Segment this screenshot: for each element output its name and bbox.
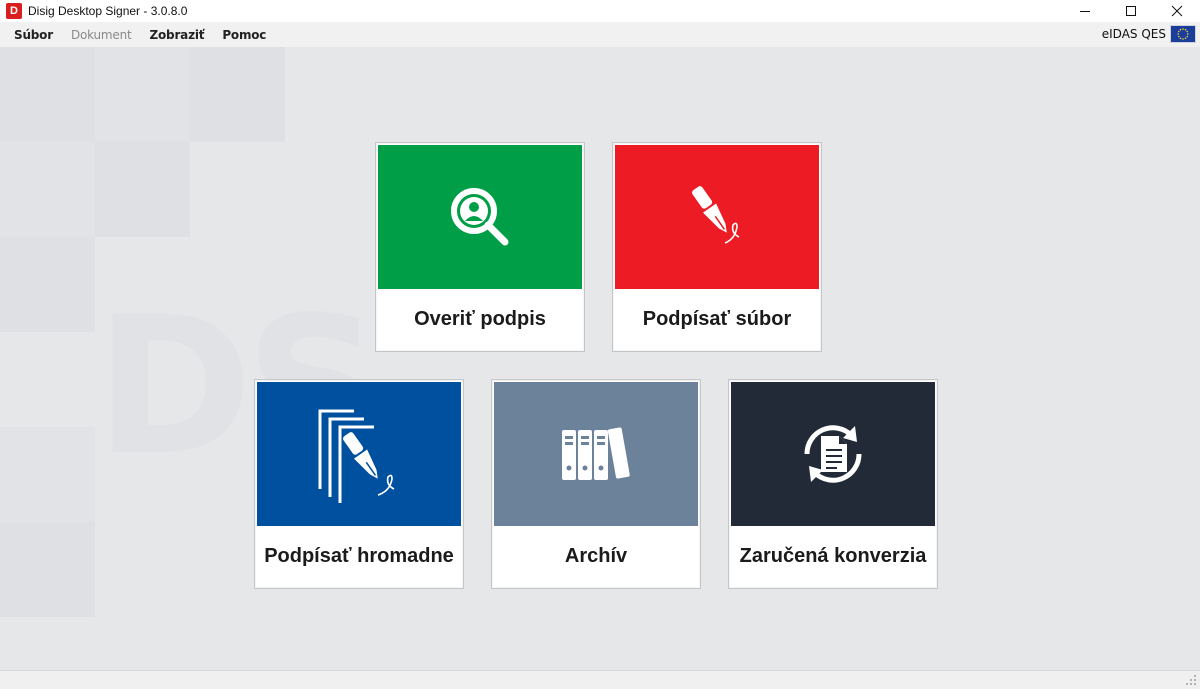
document-convert-icon — [804, 425, 862, 483]
tile-sign-file-label: Podpísať súbor — [642, 307, 792, 330]
tile-guaranteed-conversion[interactable]: Zaručená konverzia — [728, 379, 938, 589]
archive-binders-icon — [562, 427, 630, 480]
close-icon — [1171, 5, 1183, 17]
tile-sign-file-panel — [615, 145, 819, 289]
eu-flag-icon — [1170, 25, 1196, 43]
tile-verify-signature-label: Overiť podpis — [414, 307, 546, 330]
fountain-pen-icon — [692, 186, 740, 244]
minimize-icon — [1080, 11, 1090, 12]
menu-subor[interactable]: Súbor — [0, 28, 62, 42]
tile-batch-sign-label: Podpísať hromadne — [264, 544, 454, 567]
tile-guaranteed-conversion-label: Zaručená konverzia — [739, 544, 927, 567]
resize-grip-icon[interactable] — [1185, 674, 1197, 686]
title-bar: D Disig Desktop Signer - 3.0.8.0 — [0, 0, 1200, 22]
tile-verify-signature-panel — [378, 145, 582, 289]
eidas-indicator: eIDAS QES — [1102, 25, 1196, 43]
eidas-label: eIDAS QES — [1101, 27, 1166, 41]
menu-zobrazit[interactable]: Zobraziť — [141, 28, 214, 42]
tile-batch-sign[interactable]: Podpísať hromadne — [254, 379, 464, 589]
tile-verify-signature[interactable]: Overiť podpis — [375, 142, 585, 352]
menu-bar: Súbor Dokument Zobraziť Pomoc eIDAS QES — [0, 22, 1200, 47]
status-bar — [0, 670, 1200, 689]
maximize-icon — [1126, 6, 1136, 16]
menu-pomoc[interactable]: Pomoc — [213, 28, 275, 42]
batch-sign-icon — [318, 409, 395, 503]
tile-archive-panel — [494, 382, 698, 526]
tile-guaranteed-conversion-panel — [731, 382, 935, 526]
window-controls — [1062, 0, 1200, 22]
maximize-button[interactable] — [1108, 0, 1154, 22]
close-button[interactable] — [1154, 0, 1200, 22]
magnifier-person-icon — [451, 188, 509, 246]
tile-batch-sign-panel — [257, 382, 461, 526]
tile-archive[interactable]: Archív — [491, 379, 701, 589]
minimize-button[interactable] — [1062, 0, 1108, 22]
window-title: Disig Desktop Signer - 3.0.8.0 — [28, 4, 188, 18]
tile-sign-file[interactable]: Podpísať súbor — [612, 142, 822, 352]
menu-dokument[interactable]: Dokument — [62, 28, 141, 42]
app-logo-icon: D — [6, 3, 22, 19]
tile-archive-label: Archív — [564, 544, 628, 567]
